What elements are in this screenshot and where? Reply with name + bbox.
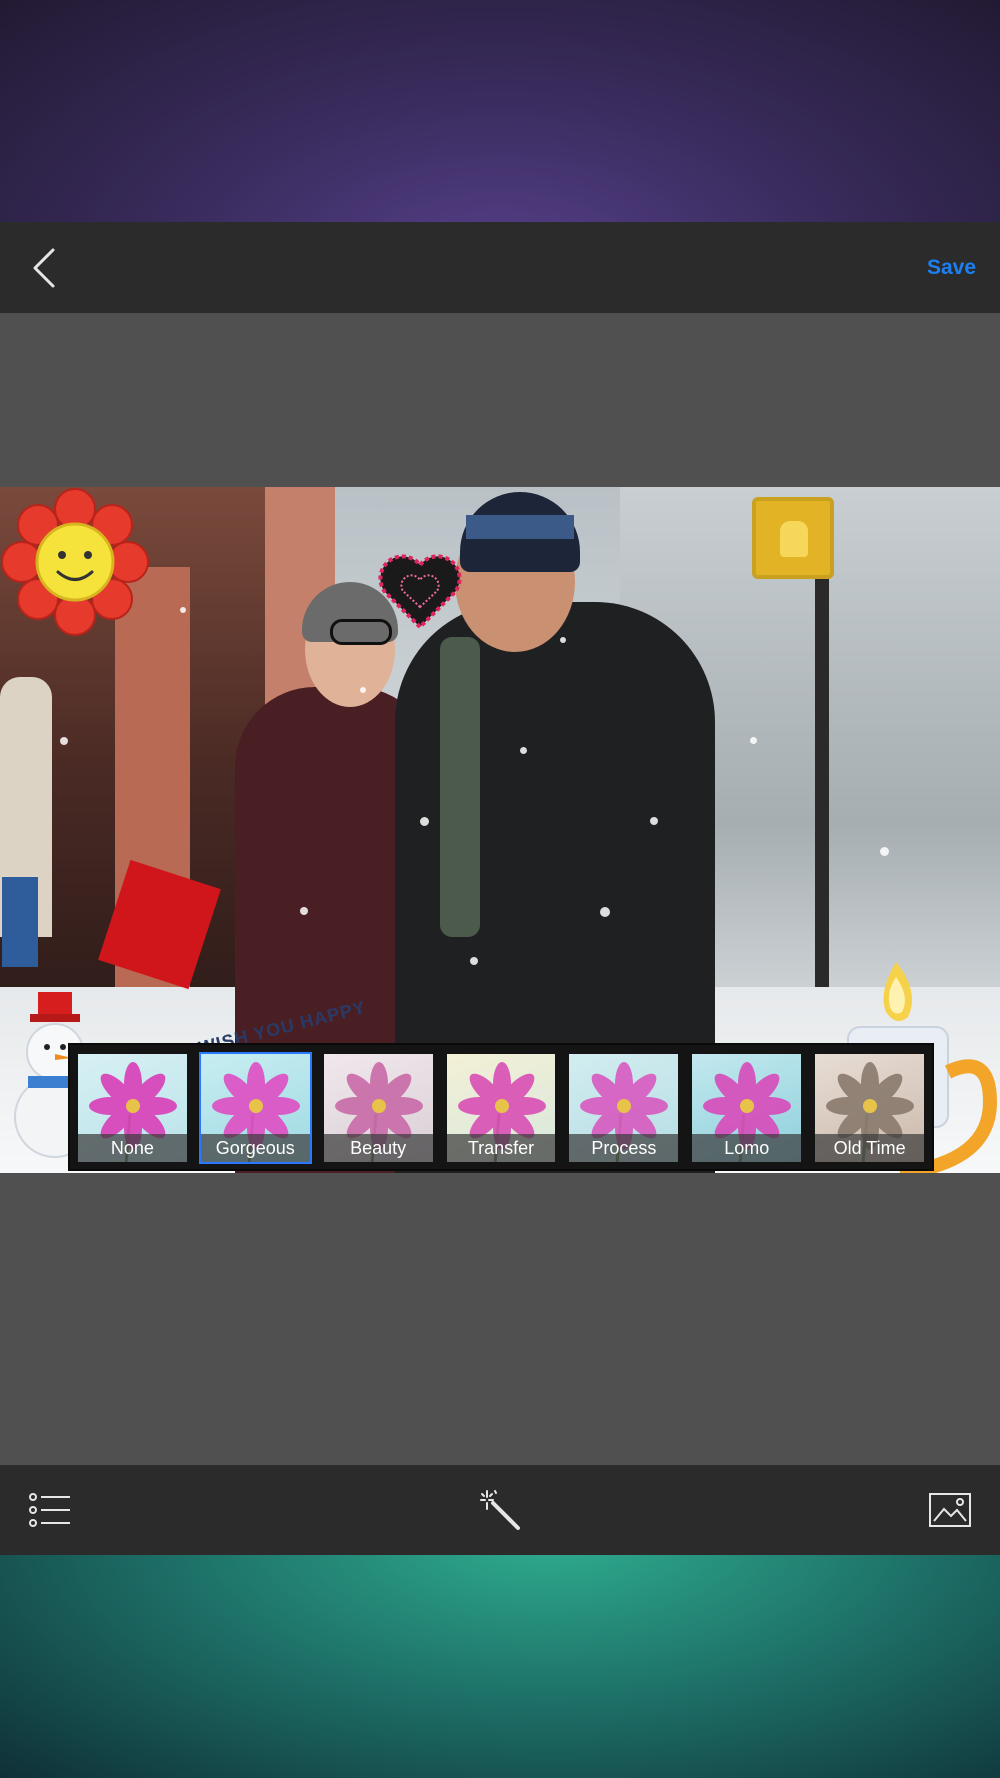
- filter-item[interactable]: Transfer: [445, 1052, 558, 1164]
- list-icon: [29, 1493, 70, 1527]
- photo-pole: [815, 577, 829, 997]
- save-button[interactable]: Save: [927, 256, 976, 280]
- snowflake: [750, 737, 757, 744]
- heart-sticker-icon[interactable]: [375, 547, 465, 637]
- filter-item[interactable]: Lomo: [690, 1052, 803, 1164]
- wallpaper-bottom: [0, 1555, 1000, 1778]
- filter-item[interactable]: None: [76, 1052, 189, 1164]
- snowflake: [880, 847, 889, 856]
- filter-label: Old Time: [815, 1134, 925, 1162]
- snowflake: [650, 817, 658, 825]
- image-icon: [929, 1493, 971, 1527]
- filter-label: Transfer: [446, 1134, 556, 1162]
- snowflake: [360, 687, 366, 693]
- gallery-button[interactable]: [928, 1488, 972, 1532]
- filter-button[interactable]: [478, 1488, 522, 1532]
- bottom-toolbar: [0, 1465, 1000, 1555]
- snowflake: [180, 607, 186, 613]
- snowflake: [60, 737, 68, 745]
- photo-man-hat-band: [466, 515, 574, 539]
- snowflake: [520, 747, 527, 754]
- filter-item[interactable]: Process: [567, 1052, 680, 1164]
- filter-label: Beauty: [323, 1134, 433, 1162]
- filter-label: Gorgeous: [200, 1134, 310, 1162]
- snowflake: [420, 817, 429, 826]
- filter-item[interactable]: Old Time: [813, 1052, 926, 1164]
- top-toolbar: Save: [0, 222, 1000, 313]
- snowflake: [600, 907, 610, 917]
- wallpaper-top: [0, 0, 1000, 222]
- filter-item[interactable]: Beauty: [322, 1052, 435, 1164]
- filter-label: Lomo: [692, 1134, 802, 1162]
- photo-traffic-light: [752, 497, 834, 579]
- photo-scarf: [440, 637, 480, 937]
- filter-strip: None Gorgeous Beauty Transfer Process Lomo Old…: [68, 1043, 934, 1171]
- snowflake: [470, 957, 478, 965]
- snowflake: [560, 637, 566, 643]
- filter-label: Process: [569, 1134, 679, 1162]
- snowflake: [300, 907, 308, 915]
- flower-sticker-icon[interactable]: [0, 487, 150, 637]
- back-button[interactable]: [24, 238, 64, 298]
- magic-wand-icon: [480, 1490, 520, 1530]
- photo-pedestrian-legs: [2, 877, 38, 967]
- filter-item[interactable]: Gorgeous: [198, 1052, 312, 1164]
- chevron-left-icon: [33, 248, 55, 287]
- filter-label: None: [78, 1134, 187, 1162]
- menu-button[interactable]: [28, 1488, 72, 1532]
